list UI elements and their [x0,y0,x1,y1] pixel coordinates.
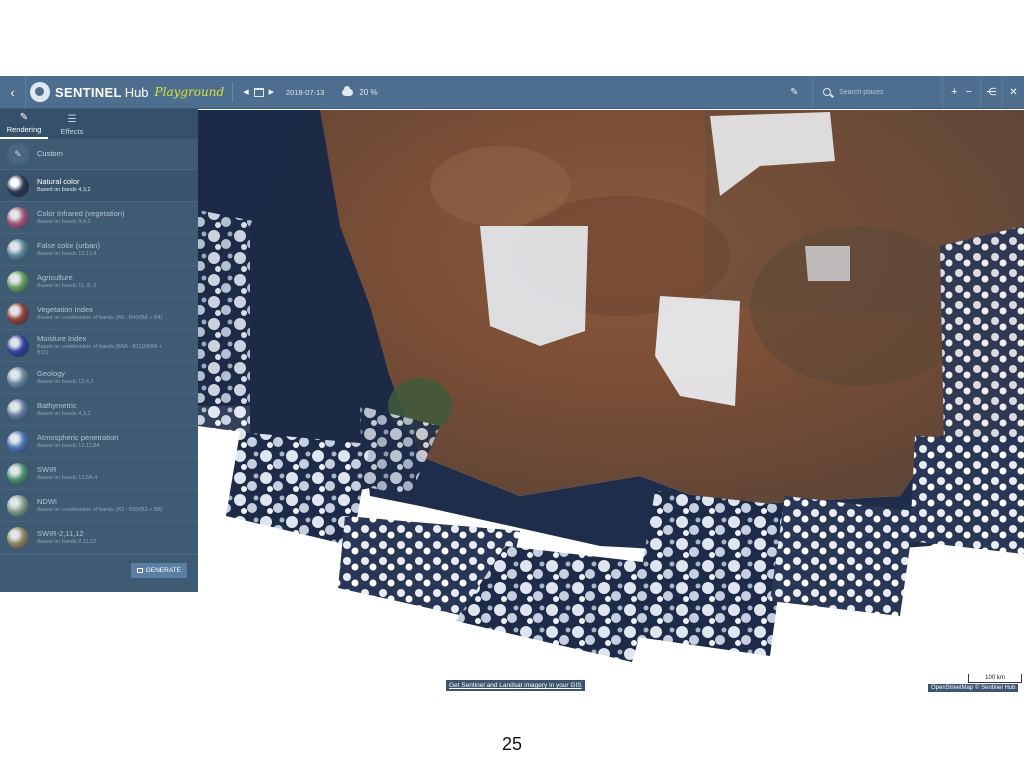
playground-label: Playground [154,85,225,99]
back-chevron-icon[interactable]: ‹ [0,75,26,109]
preset-subtitle: Based on bands 4,3,2 [37,187,91,194]
preset-thumbnail [7,398,29,421]
preset-title: Custom [37,148,63,158]
preset-title: Moisture Index [37,333,87,343]
satellite-logo-icon [30,82,50,102]
tab-rendering[interactable]: ✎ Rendering [0,109,48,139]
preset-subtitle: Based on bands 12,11,8A [37,443,100,450]
preset-subtitle: Based on bands 12,4,2 [37,379,94,386]
preset-thumbnail [7,430,29,453]
preset-subtitle: Based on bands 8,4,3 [37,219,91,226]
wrench-icon[interactable]: ✎ [790,87,802,98]
preset-item[interactable]: SWIR Based on bands 12,8A,4 [0,458,198,490]
zoom-controls: + − [942,75,980,109]
search-icon [823,88,832,96]
preset-item[interactable]: Color Infrared (vegetation) Based on band… [0,202,198,234]
next-date-icon[interactable]: ▶ [267,88,276,96]
preset-item[interactable]: False color (urban) Based on bands 12,11,… [0,234,198,266]
preset-subtitle: Based on bands 11, 8, 2 [37,283,97,290]
preset-title: False color (urban) [37,240,100,250]
satellite-toggle-icon[interactable]: ✕ [1002,75,1024,109]
preset-item[interactable]: Vegetation Index Based on combination of … [0,298,198,330]
calendar-icon[interactable] [253,87,264,97]
app-logo[interactable]: SENTINEL Hub Playground [30,76,224,109]
preset-list: Natural color Based on bands 4,3,2 Color I… [0,170,198,554]
sidebar-footer: GENERATE [0,554,198,586]
preset-subtitle: Based on bands 4,3,1 [37,411,91,418]
preset-item[interactable]: Bathymetric Based on bands 4,3,1 [0,394,198,426]
divider [232,82,234,102]
page-number: 25 [501,734,523,754]
print-icon [136,568,143,573]
preset-subtitle: Based on combination of bands (B8 - B4)/… [37,315,163,322]
sliders-icon: ☰ [67,114,77,125]
preset-title: Vegetation Index [37,304,93,314]
date-display[interactable]: 2018-07-13 [286,88,324,97]
preset-title: Color Infrared (vegetation) [37,208,125,218]
prev-date-icon[interactable]: ◀ [241,88,250,96]
top-toolbar: ‹ SENTINEL Hub Playground ◀ ▶ 2018-07-13… [0,75,1024,109]
preset-thumbnail [7,462,29,485]
cloud-coverage-value[interactable]: 20 % [359,88,377,97]
tab-label: Rendering [6,125,42,134]
preset-subtitle: Based on bands 2,11,12 [37,539,97,546]
sidebar-tabs: ✎ Rendering ☰ Effects [0,109,198,139]
zoom-in-button[interactable]: + [951,86,957,98]
tab-label: Effects [60,127,84,136]
preset-thumbnail [7,302,29,325]
preset-title: Geology [37,368,65,378]
preset-title: SWIR [37,464,57,474]
preset-title: Agriculture [37,272,73,282]
zoom-out-button[interactable]: − [966,86,972,98]
preset-item[interactable]: Natural color Based on bands 4,3,2 [0,170,198,202]
preset-title: SWIR-2,11,12 [37,528,84,538]
preset-thumbnail [7,270,29,293]
gis-imagery-link[interactable]: Get Sentinel and Landsat imagery in your… [446,680,585,691]
preset-thumbnail [7,174,29,197]
slide: ‹ SENTINEL Hub Playground ◀ ▶ 2018-07-13… [0,0,1024,768]
preset-title: Natural color [37,176,80,186]
generate-button[interactable]: GENERATE [130,563,187,578]
map-scale-bar: 100 km [968,674,1022,683]
preset-thumbnail [7,334,29,357]
preset-item[interactable]: Moisture Index Based on combination of ba… [0,330,198,362]
preset-item[interactable]: Geology Based on bands 12,4,2 [0,362,198,394]
brand-suffix: Hub [124,84,149,100]
preset-subtitle: Based on bands 12,11,4 [37,251,97,258]
map-attribution[interactable]: OpenStreetMap © Sentinel Hub [928,684,1019,692]
rendering-sidebar: ✎ Rendering ☰ Effects ✎ Custom Natural c… [0,109,198,592]
preset-subtitle: Based on combination of bands (B3 - B8)/… [37,507,163,514]
preset-item[interactable]: SWIR-2,11,12 Based on bands 2,11,12 [0,522,198,554]
preset-subtitle: Based on bands 12,8A,4 [37,475,98,482]
preset-thumbnail [7,206,29,229]
preset-thumbnail [7,238,29,261]
preset-title: NDWI [37,496,57,506]
tab-effects[interactable]: ☰ Effects [48,109,96,139]
preset-item[interactable]: Atmospheric penetration Based on bands 12… [0,426,198,458]
preset-thumbnail [7,366,29,389]
brand-name: SENTINEL [55,84,122,100]
preset-thumbnail [7,526,29,549]
preset-custom[interactable]: ✎ Custom [0,139,198,170]
brush-icon: ✎ [7,143,29,165]
preset-subtitle: Based on combination of bands (B8A - B11… [37,344,162,357]
preset-item[interactable]: NDWI Based on combination of bands (B3 - … [0,490,198,522]
share-icon[interactable]: ⋲ [980,75,1002,109]
search-input[interactable] [839,88,940,96]
preset-item[interactable]: Agriculture Based on bands 11, 8, 2 [0,266,198,298]
cloud-icon [342,85,354,96]
preset-thumbnail [7,494,29,517]
preset-title: Bathymetric [37,400,77,410]
search-box [812,75,942,109]
generate-label: GENERATE [145,567,181,574]
preset-title: Atmospheric penetration [37,432,119,442]
brush-icon: ✎ [19,112,29,123]
